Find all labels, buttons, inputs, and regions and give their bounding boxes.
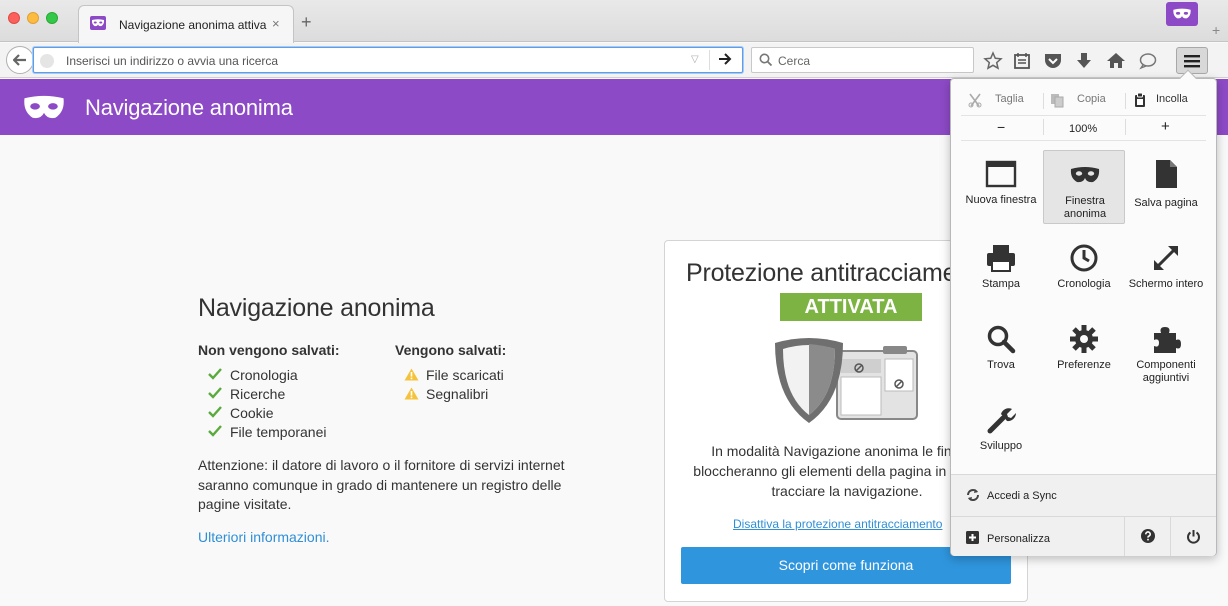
bookmark-star-icon[interactable] (983, 51, 1003, 71)
search-bar[interactable] (751, 47, 974, 73)
private-mask-icon (90, 16, 106, 30)
not-saved-heading: Non vengono salvati: (198, 342, 340, 358)
more-info-link[interactable]: Ulteriori informazioni. (198, 529, 329, 545)
new-window-icon (985, 160, 1017, 188)
zoom-reset-value[interactable]: 100% (1069, 123, 1097, 135)
power-icon (1187, 530, 1200, 544)
addons-button[interactable]: Componenti aggiuntivi (1125, 315, 1207, 389)
sign-in-sync-button[interactable]: Accedi a Sync (951, 474, 1216, 516)
saved-heading: Vengono salvati: (395, 342, 507, 358)
paste-clipboard-icon (1135, 92, 1145, 107)
fullscreen-icon (1153, 245, 1179, 271)
download-icon[interactable] (1074, 51, 1094, 71)
fullscreen-button[interactable]: Schermo intero (1125, 234, 1207, 308)
url-separator (709, 50, 710, 70)
private-mask-icon (1173, 8, 1191, 19)
header-title: Navigazione anonima (85, 95, 293, 120)
zoom-window-button[interactable] (46, 12, 58, 24)
navigation-toolbar: ▽ (0, 43, 1228, 116)
warning-icon (404, 368, 419, 381)
check-icon (208, 406, 222, 418)
page-title: Navigazione anonima (198, 294, 435, 322)
shield-illustration-icon (775, 338, 918, 423)
customize-plus-icon[interactable] (966, 531, 979, 544)
developer-button[interactable]: Sviluppo (960, 396, 1042, 470)
home-icon[interactable] (1106, 51, 1126, 71)
url-bar[interactable]: ▽ (33, 47, 743, 73)
zoom-out-button[interactable]: − (997, 119, 1005, 135)
check-icon (208, 387, 222, 399)
edit-separator (1043, 93, 1044, 109)
disable-tracking-protection-link[interactable]: Disattiva la protezione antitracciamento (733, 517, 942, 531)
chat-icon[interactable] (1138, 51, 1158, 71)
main-menu-panel: Taglia Copia Incolla − 100% + Nuova fine… (950, 69, 1217, 556)
help-button[interactable] (1124, 517, 1170, 556)
copy-icon (1051, 94, 1064, 108)
globe-icon (40, 54, 54, 68)
developer-wrench-icon (987, 408, 1017, 434)
minimize-window-button[interactable] (27, 12, 39, 24)
menu-divider (961, 140, 1206, 141)
find-magnifier-icon (987, 325, 1016, 354)
tracking-protection-title: Protezione antitracciamento (686, 259, 991, 287)
private-mask-icon (24, 95, 64, 119)
edge-plus-icon: + (1212, 22, 1221, 38)
tab-close-icon[interactable]: × (272, 16, 280, 31)
window-titlebar: Navigazione anonima attiva × + + (0, 0, 1228, 43)
zoom-in-button[interactable]: + (1161, 118, 1170, 135)
history-clock-icon (1070, 244, 1098, 272)
private-window-button[interactable]: Finestra anonima (1043, 150, 1125, 224)
go-arrow-icon[interactable] (718, 52, 732, 66)
back-button[interactable] (6, 46, 34, 74)
scissors-icon (968, 93, 982, 108)
warning-text: Attenzione: il datore di lavoro o il for… (198, 457, 565, 512)
menu-divider (961, 115, 1206, 116)
printer-icon (987, 245, 1015, 272)
search-input[interactable] (778, 53, 968, 69)
hamburger-menu-icon (1184, 55, 1200, 68)
save-page-button[interactable]: Salva pagina (1125, 150, 1207, 224)
menu-footer: Personalizza (951, 516, 1216, 556)
quit-button[interactable] (1170, 517, 1216, 556)
zoom-separator (1043, 119, 1044, 135)
tab-title: Navigazione anonima attiva (119, 18, 267, 32)
check-icon (208, 368, 222, 380)
check-icon (208, 425, 222, 437)
preferences-gear-icon (1070, 325, 1098, 353)
sync-icon (967, 489, 979, 501)
open-menu-button[interactable] (1176, 47, 1208, 74)
zoom-separator (1125, 119, 1126, 135)
print-button[interactable]: Stampa (960, 234, 1042, 308)
find-button[interactable]: Trova (960, 315, 1042, 389)
customize-button[interactable]: Personalizza (987, 533, 1050, 545)
history-button[interactable]: Cronologia (1043, 234, 1125, 308)
new-tab-button[interactable]: + (301, 13, 312, 31)
reading-list-icon[interactable] (1012, 51, 1032, 71)
close-window-button[interactable] (8, 12, 20, 24)
history-dropdown-icon[interactable]: ▽ (691, 54, 699, 65)
save-page-icon (1156, 160, 1177, 188)
search-icon (759, 53, 773, 67)
warning-icon (404, 387, 419, 400)
pocket-icon[interactable] (1043, 51, 1063, 71)
edit-separator (1125, 93, 1126, 109)
private-mask-icon (1070, 167, 1100, 183)
addons-puzzle-icon (1154, 327, 1181, 353)
private-browsing-indicator (1166, 2, 1198, 26)
new-window-button[interactable]: Nuova finestra (960, 150, 1042, 224)
status-badge: ATTIVATA (780, 293, 922, 321)
back-arrow-icon (13, 54, 26, 66)
tab-private-browsing[interactable]: Navigazione anonima attiva × (78, 5, 294, 43)
preferences-button[interactable]: Preferenze (1043, 315, 1125, 389)
help-icon (1141, 529, 1155, 543)
url-input[interactable] (66, 52, 686, 70)
